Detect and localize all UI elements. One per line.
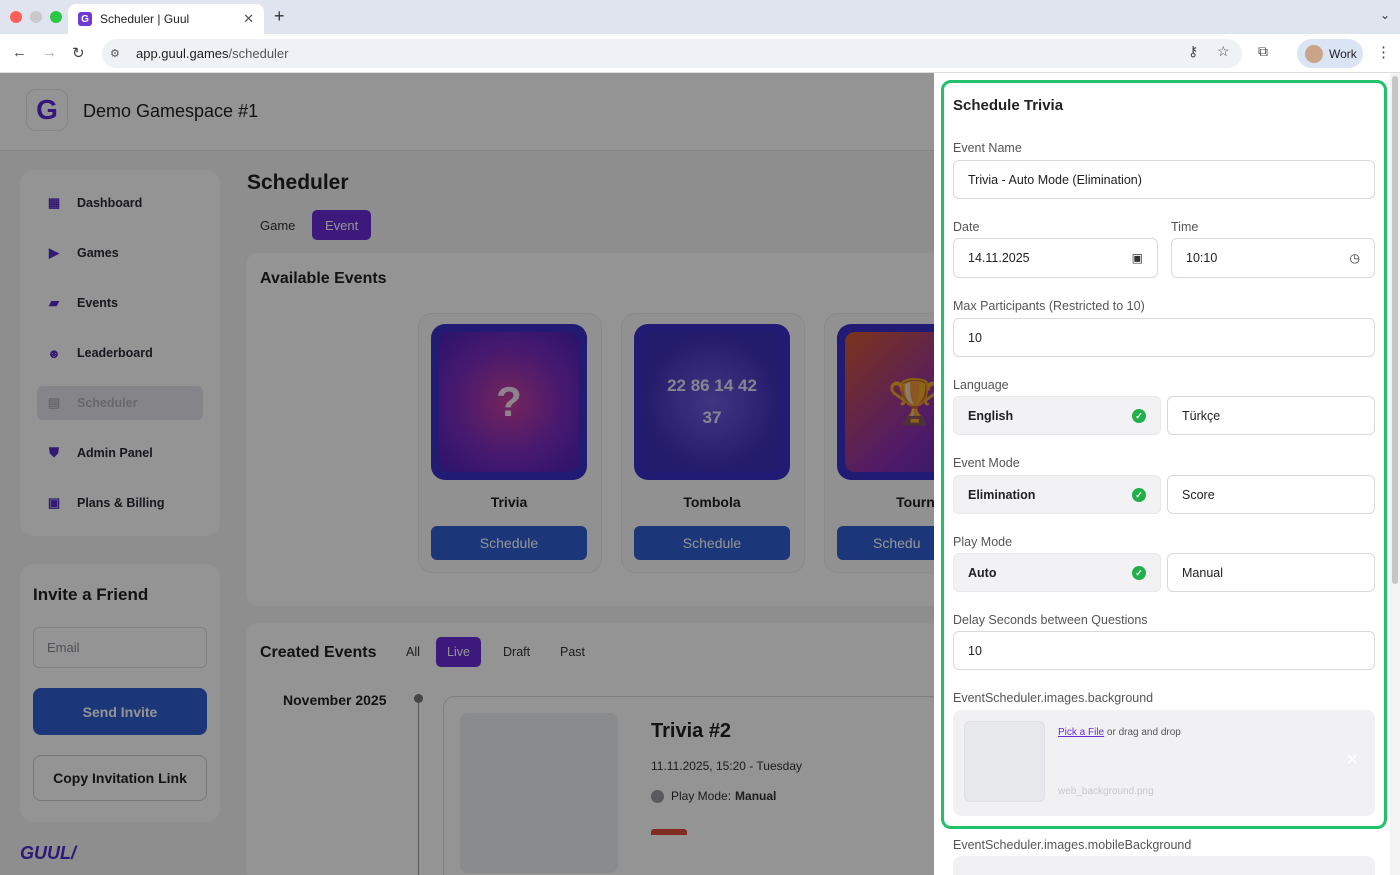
browser-tab-bar: G Scheduler | Guul ✕ + ⌄ — [0, 0, 1400, 34]
max-participants-input[interactable]: 10 — [953, 318, 1375, 357]
profile-button[interactable]: Work — [1297, 39, 1363, 68]
tab-search-icon[interactable]: ⌄ — [1380, 8, 1390, 22]
browser-toolbar: ← → ↻ ⚙ app.guul.games/scheduler ⚷ ☆ ⧉ W… — [0, 34, 1400, 73]
drawer-title: Schedule Trivia — [953, 97, 1064, 114]
event-name-input[interactable]: Trivia - Auto Mode (Elimination) — [953, 160, 1375, 199]
option-label: English — [968, 408, 1014, 423]
language-option-turkce[interactable]: Türkçe — [1167, 396, 1375, 435]
date-value: 14.11.2025 — [968, 251, 1030, 265]
modal-backdrop[interactable] — [0, 73, 934, 875]
close-tab-icon[interactable]: ✕ — [243, 11, 254, 27]
clock-icon[interactable]: ◷ — [1350, 251, 1360, 265]
date-input[interactable]: 14.11.2025 ▣ — [953, 238, 1158, 278]
time-value: 10:10 — [1186, 251, 1218, 265]
mobile-background-upload-dropzone[interactable] — [953, 856, 1375, 875]
delay-seconds-label: Delay Seconds between Questions — [953, 613, 1148, 627]
background-upload-dropzone[interactable]: Pick a File or drag and drop web_backgro… — [953, 710, 1375, 816]
browser-tab[interactable]: G Scheduler | Guul ✕ — [68, 4, 264, 34]
background-filename: web_background.png — [1058, 786, 1154, 797]
address-bar[interactable]: ⚙ app.guul.games/scheduler — [102, 39, 1242, 68]
option-label: Elimination — [968, 487, 1036, 502]
event-mode-label: Event Mode — [953, 456, 1020, 470]
password-key-icon[interactable]: ⚷ — [1188, 43, 1198, 60]
check-circle-icon: ✓ — [1132, 488, 1146, 502]
language-label: Language — [953, 378, 1009, 392]
time-label: Time — [1171, 220, 1199, 234]
play-mode-option-auto[interactable]: Auto ✓ — [953, 553, 1161, 592]
pick-file-link[interactable]: Pick a File — [1058, 727, 1104, 738]
check-circle-icon: ✓ — [1132, 409, 1146, 423]
option-label: Score — [1182, 487, 1215, 502]
language-option-english[interactable]: English ✓ — [953, 396, 1161, 435]
forward-arrow-icon[interactable]: → — [42, 44, 57, 61]
back-arrow-icon[interactable]: ← — [12, 44, 27, 61]
profile-label: Work — [1329, 46, 1357, 61]
event-mode-option-elimination[interactable]: Elimination ✓ — [953, 475, 1161, 514]
extensions-puzzle-icon[interactable]: ⧉ — [1258, 43, 1268, 60]
close-window-button[interactable] — [10, 11, 22, 23]
play-mode-label: Play Mode — [953, 535, 1013, 549]
event-mode-option-score[interactable]: Score — [1167, 475, 1375, 514]
max-participants-label: Max Participants (Restricted to 10) — [953, 299, 1145, 313]
avatar — [1305, 44, 1323, 63]
maximize-window-button[interactable] — [50, 11, 62, 23]
time-input[interactable]: 10:10 ◷ — [1171, 238, 1375, 278]
option-label: Türkçe — [1182, 408, 1221, 423]
remove-file-icon[interactable]: ✕ — [1346, 750, 1359, 770]
url-host: app.guul.games — [136, 46, 229, 61]
event-name-label: Event Name — [953, 141, 1022, 155]
drawer-scrollbar-thumb[interactable] — [1392, 76, 1398, 584]
play-mode-option-manual[interactable]: Manual — [1167, 553, 1375, 592]
date-label: Date — [953, 220, 980, 234]
site-settings-icon[interactable]: ⚙ — [110, 47, 124, 61]
mobile-background-label: EventScheduler.images.mobileBackground — [953, 838, 1192, 852]
background-preview-image — [964, 721, 1045, 802]
upload-instructions: Pick a File or drag and drop — [1058, 727, 1181, 738]
background-image-label: EventScheduler.images.background — [953, 691, 1154, 705]
check-circle-icon: ✓ — [1132, 566, 1146, 580]
drag-drop-text: or drag and drop — [1104, 727, 1181, 738]
option-label: Auto — [968, 565, 997, 580]
guul-favicon-icon: G — [78, 12, 92, 26]
bookmark-star-icon[interactable]: ☆ — [1217, 43, 1230, 60]
option-label: Manual — [1182, 565, 1223, 580]
new-tab-icon[interactable]: + — [274, 6, 285, 27]
calendar-picker-icon[interactable]: ▣ — [1132, 251, 1143, 265]
url-path: /scheduler — [228, 46, 289, 61]
reload-icon[interactable]: ↻ — [72, 44, 85, 62]
delay-seconds-input[interactable]: 10 — [953, 631, 1375, 670]
minimize-window-button[interactable] — [30, 11, 42, 23]
browser-menu-icon[interactable]: ⋮ — [1376, 43, 1391, 61]
tab-title: Scheduler | Guul — [100, 12, 190, 26]
